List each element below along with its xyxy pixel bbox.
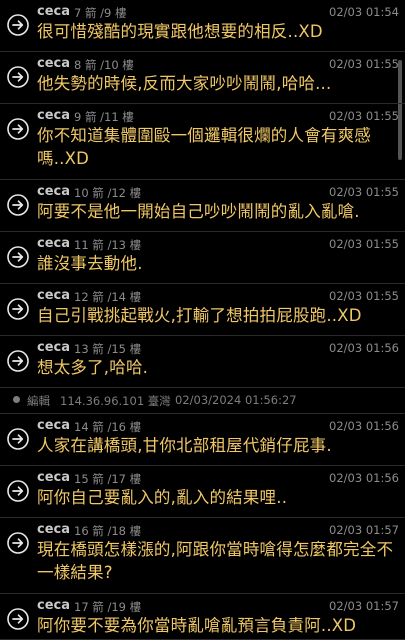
push-item[interactable]: ceca 15 箭 /17 樓 02/03 01:56 阿你自己要亂入的,亂入的結果哩…	[0, 466, 405, 518]
push-floor: 10 箭 /12 樓	[74, 186, 142, 200]
push-user[interactable]: ceca	[37, 470, 70, 485]
push-floor: 17 箭 /19 樓	[74, 600, 142, 614]
push-text: 他失勢的時候,反而大家吵吵鬧鬧,哈哈...	[37, 74, 332, 93]
push-time: 02/03 01:57	[329, 599, 399, 613]
push-item[interactable]: ceca 8 箭 /10 樓 02/03 01:55 他失勢的時候,反而大家吵吵鬧鬧,…	[0, 52, 405, 104]
push-time: 02/03 01:56	[329, 471, 399, 485]
push-text: 你不知道集體圍毆一個邏輯很爛的人會有爽感嗎..XD	[37, 126, 371, 168]
push-time: 02/03 01:55	[329, 57, 399, 71]
push-floor: 8 箭 /10 樓	[74, 58, 134, 72]
push-floor: 16 箭 /18 樓	[74, 524, 142, 538]
push-text: 阿你自己要亂入的,亂入的結果哩..	[37, 488, 288, 507]
push-floor: 13 箭 /15 樓	[74, 342, 142, 356]
push-text: 阿要不是他一開始自己吵吵鬧鬧的亂入亂嗆.	[37, 202, 360, 221]
push-item[interactable]: ceca 14 箭 /16 樓 02/03 01:56 人家在講橋頭,甘你北部租屋代銷…	[0, 414, 405, 466]
push-user[interactable]: ceca	[37, 108, 70, 123]
reply-arrow-icon[interactable]	[7, 246, 29, 268]
push-text: 想太多了,哈哈.	[37, 358, 149, 377]
reply-arrow-icon[interactable]	[7, 608, 29, 630]
push-user[interactable]: ceca	[37, 236, 70, 251]
push-item[interactable]: ceca 13 箭 /15 樓 02/03 01:56 想太多了,哈哈.	[0, 336, 405, 388]
push-user[interactable]: ceca	[37, 56, 70, 71]
push-floor: 9 箭 /11 樓	[74, 110, 134, 124]
edit-ip: 114.36.96.101 臺灣	[60, 394, 171, 408]
push-time: 02/03 01:55	[329, 109, 399, 123]
push-floor: 14 箭 /16 樓	[74, 420, 142, 434]
push-floor: 12 箭 /14 樓	[74, 290, 142, 304]
edit-label: 編輯	[27, 394, 50, 408]
edit-note: 編輯 114.36.96.101 臺灣 02/03/2024 01:56:27	[0, 388, 405, 414]
push-item[interactable]: ceca 12 箭 /14 樓 02/03 01:55 自己引戰挑起戰火,打輸了想拍拍…	[0, 284, 405, 336]
push-user[interactable]: ceca	[37, 340, 70, 355]
push-item[interactable]: ceca 11 箭 /13 樓 02/03 01:55 誰沒事去動他.	[0, 232, 405, 284]
reply-arrow-icon[interactable]	[7, 118, 29, 140]
push-time: 02/03 01:55	[329, 289, 399, 303]
reply-arrow-icon[interactable]	[7, 298, 29, 320]
push-text: 很可惜殘酷的現實跟他想要的相反..XD	[37, 22, 323, 41]
push-time: 02/03 01:54	[329, 5, 399, 19]
push-item[interactable]: ceca 9 箭 /11 樓 02/03 01:55 你不知道集體圍毆一個邏輯很爛的人…	[0, 104, 405, 180]
push-time: 02/03 01:56	[329, 419, 399, 433]
push-item[interactable]: ceca 17 箭 /19 樓 02/03 01:57 阿你要不要為你當時亂嗆亂預言負…	[0, 594, 405, 640]
push-time: 02/03 01:57	[329, 523, 399, 537]
push-floor: 15 箭 /17 樓	[74, 472, 142, 486]
push-item[interactable]: ceca 16 箭 /18 樓 02/03 01:57 現在橋頭怎樣漲的,阿跟你當時嗆…	[0, 518, 405, 594]
push-text: 人家在講橋頭,甘你北部租屋代銷仔屁事.	[37, 436, 332, 455]
push-user[interactable]: ceca	[37, 184, 70, 199]
edit-dot-icon	[13, 396, 20, 403]
reply-arrow-icon[interactable]	[7, 66, 29, 88]
push-time: 02/03 01:55	[329, 237, 399, 251]
push-user[interactable]: ceca	[37, 4, 70, 19]
push-text: 誰沒事去動他.	[37, 254, 143, 273]
push-text: 現在橋頭怎樣漲的,阿跟你當時嗆得怎麼都完全不一樣結果?	[37, 540, 394, 582]
push-floor: 11 箭 /13 樓	[74, 238, 142, 252]
push-item[interactable]: ceca 10 箭 /12 樓 02/03 01:55 阿要不是他一開始自己吵吵鬧鬧的…	[0, 180, 405, 232]
reply-arrow-icon[interactable]	[7, 194, 29, 216]
reply-arrow-icon[interactable]	[7, 480, 29, 502]
push-user[interactable]: ceca	[37, 522, 70, 537]
reply-arrow-icon[interactable]	[7, 532, 29, 554]
edit-timestamp: 02/03/2024 01:56:27	[175, 393, 297, 407]
push-user[interactable]: ceca	[37, 418, 70, 433]
push-item[interactable]: ceca 7 箭 /9 樓 02/03 01:54 很可惜殘酷的現實跟他想要的相反..…	[0, 0, 405, 52]
push-user[interactable]: ceca	[37, 598, 70, 613]
push-user[interactable]: ceca	[37, 288, 70, 303]
reply-arrow-icon[interactable]	[7, 428, 29, 450]
push-text: 阿你要不要為你當時亂嗆亂預言負責阿..XD	[37, 616, 357, 635]
reply-arrow-icon[interactable]	[7, 14, 29, 36]
push-time: 02/03 01:55	[329, 185, 399, 199]
push-thread: ceca 7 箭 /9 樓 02/03 01:54 很可惜殘酷的現實跟他想要的相反..…	[0, 0, 405, 640]
push-time: 02/03 01:56	[329, 341, 399, 355]
push-text: 自己引戰挑起戰火,打輸了想拍拍屁股跑..XD	[37, 306, 362, 325]
reply-arrow-icon[interactable]	[7, 350, 29, 372]
push-floor: 7 箭 /9 樓	[74, 6, 127, 20]
